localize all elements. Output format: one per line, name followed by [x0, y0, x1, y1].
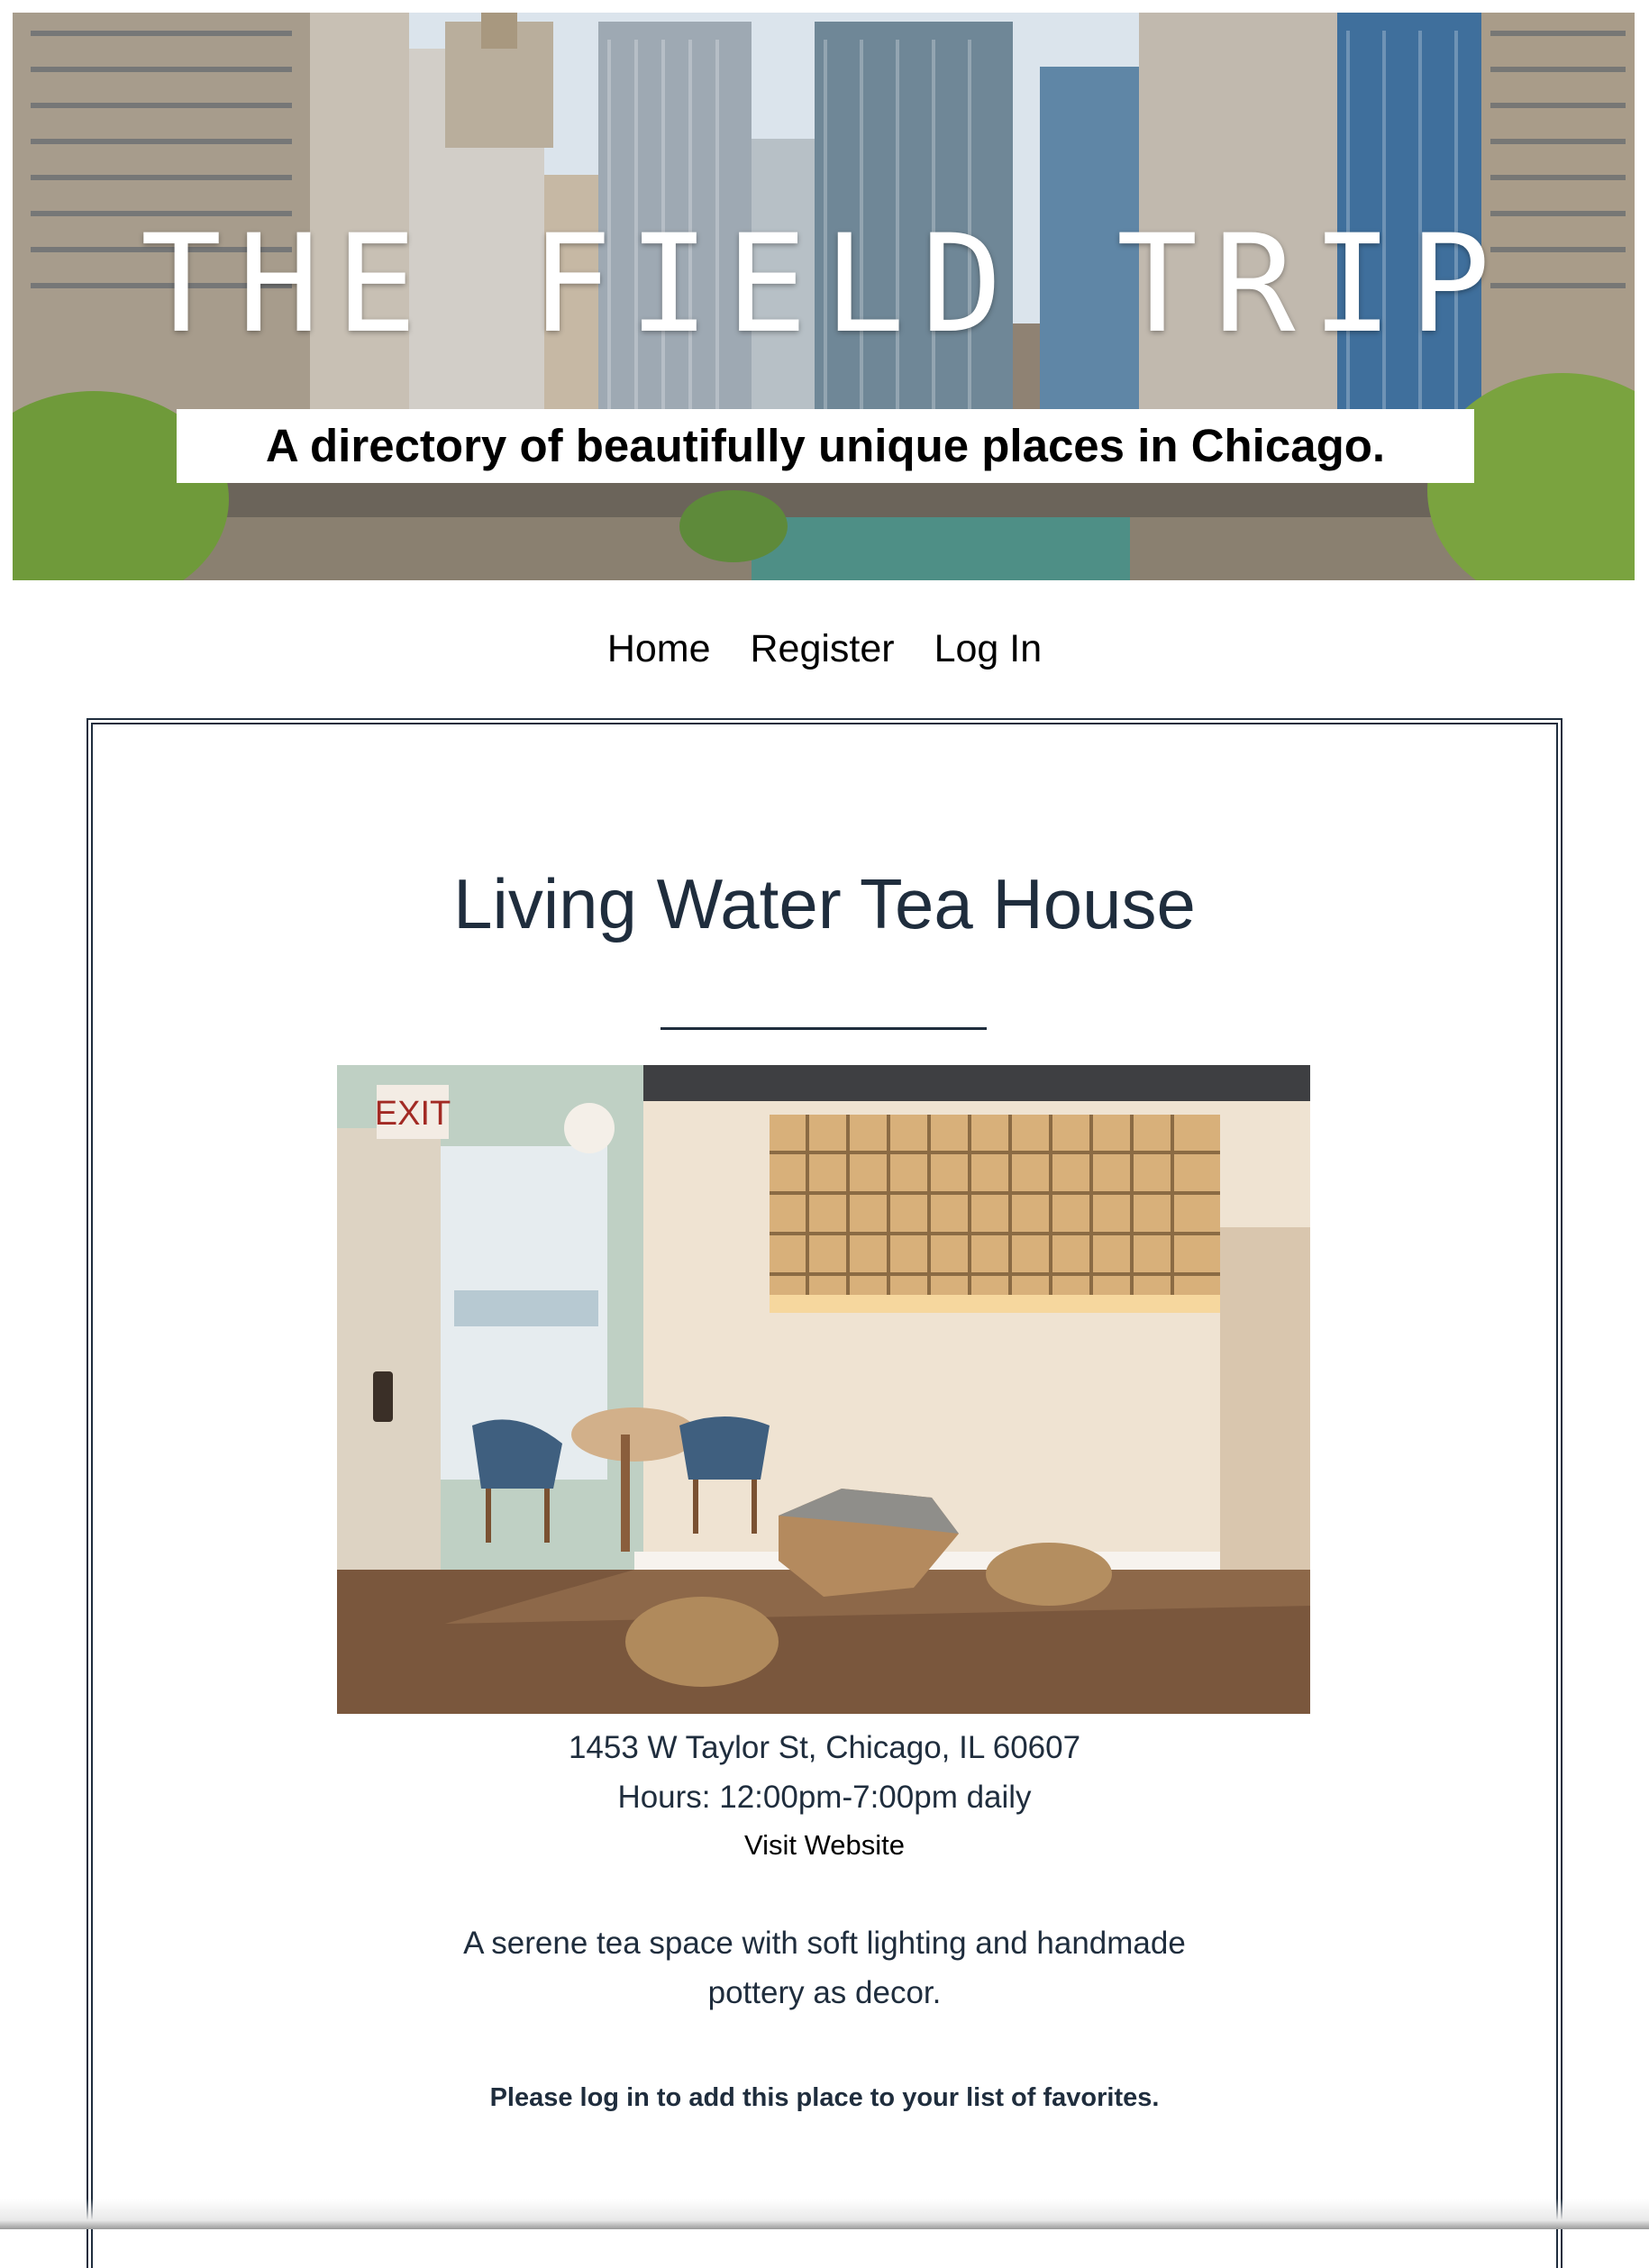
site-title: THE FIELD TRIP	[140, 206, 1508, 363]
place-hours: Hours: 12:00pm-7:00pm daily	[617, 1780, 1032, 1815]
place-description: A serene tea space with soft lighting an…	[463, 1926, 1186, 2010]
place-title: Living Water Tea House	[453, 864, 1196, 943]
website-link-row: Visit Website	[0, 1825, 1649, 1866]
visit-website-link[interactable]: Visit Website	[744, 1829, 905, 1861]
place-photo: EXIT	[337, 1065, 1310, 1714]
hero-banner: THE FIELD TRIP A directory of beautifull…	[13, 13, 1635, 580]
nav-login-link[interactable]: Log In	[934, 627, 1043, 670]
exit-sign-text: EXIT	[375, 1095, 451, 1133]
place-address: 1453 W Taylor St, Chicago, IL 60607	[568, 1730, 1081, 1765]
nav-home-link[interactable]: Home	[607, 627, 711, 670]
site-tagline: A directory of beautifully unique places…	[177, 409, 1474, 483]
tea-house-interior-image: EXIT	[337, 1065, 1310, 1714]
nav-register-link[interactable]: Register	[751, 627, 895, 670]
login-favorites-prompt: Please log in to add this place to your …	[489, 2083, 1160, 2112]
bottom-scroll-shadow	[0, 2199, 1649, 2229]
main-nav: Home Register Log In	[0, 622, 1649, 676]
title-divider	[661, 1027, 987, 1030]
